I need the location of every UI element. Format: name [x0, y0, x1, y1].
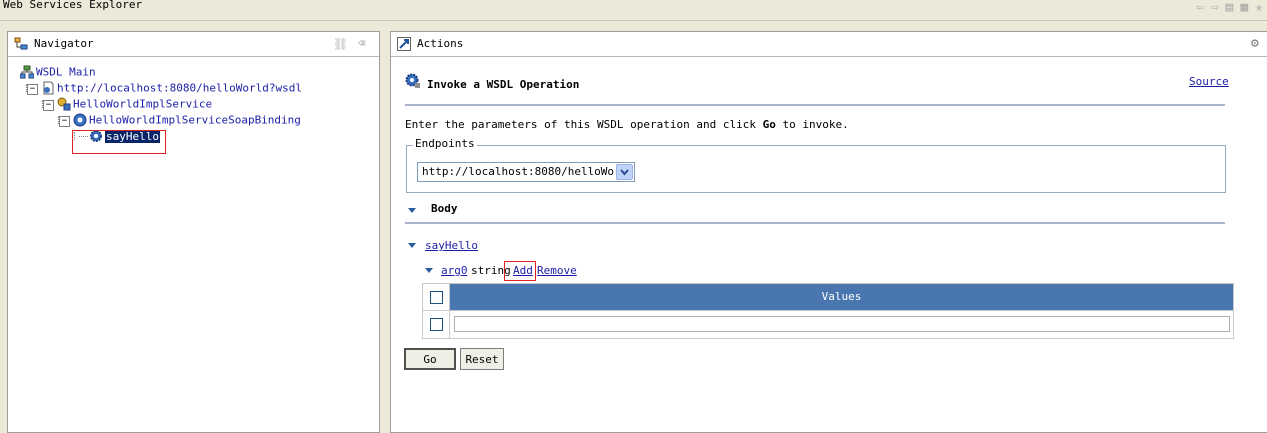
- values-table: Values: [422, 283, 1234, 339]
- document-icon[interactable]: ▤: [1226, 0, 1234, 15]
- remove-link[interactable]: Remove: [537, 264, 577, 277]
- tree-node-service[interactable]: HelloWorldImplService: [57, 97, 212, 111]
- actions-header: Actions ⚙: [391, 32, 1267, 57]
- param-collapse-icon[interactable]: [425, 268, 433, 273]
- param-name-link[interactable]: arg0: [441, 264, 468, 277]
- back-arrow-icon[interactable]: ⇦: [1196, 0, 1204, 15]
- go-button[interactable]: Go: [404, 348, 456, 370]
- endpoint-selected-value: http://localhost:8080/helloWorld: [422, 165, 634, 178]
- invoke-operation-icon: [405, 73, 420, 88]
- source-link[interactable]: Source: [1189, 75, 1229, 88]
- value-input[interactable]: [454, 316, 1230, 332]
- navigator-tree-icon: [14, 37, 28, 50]
- instructions-text: Enter the parameters of this WSDL operat…: [405, 118, 849, 131]
- body-label: Body: [431, 202, 458, 215]
- window-title-bar: Web Services Explorer ⇦ ⇨ ▤ ▦ ✭: [0, 0, 1267, 21]
- endpoints-legend: Endpoints: [413, 137, 477, 150]
- document-settings-icon[interactable]: ▦: [1240, 0, 1248, 15]
- link-icon[interactable]: ⛓: [333, 37, 348, 51]
- body-collapse-icon[interactable]: [408, 208, 416, 213]
- binding-icon: [73, 113, 87, 127]
- operation-collapse-icon[interactable]: [408, 243, 416, 248]
- highlight-box-add: [504, 261, 536, 281]
- highlight-box-operation: [72, 130, 166, 154]
- actions-title: Actions: [417, 37, 464, 50]
- expander-binding[interactable]: −: [59, 116, 70, 127]
- endpoint-select[interactable]: http://localhost:8080/helloWorld: [417, 162, 635, 182]
- chevron-down-icon[interactable]: [616, 164, 633, 180]
- navigator-title: Navigator: [34, 37, 94, 50]
- navigator-header: Navigator ⛓ ⌫: [8, 32, 379, 57]
- expander-wsdl-url[interactable]: −: [27, 84, 38, 95]
- wsdl-document-icon: [43, 81, 54, 95]
- service-icon: [57, 97, 71, 111]
- tree-node-wsdl-url[interactable]: http://localhost:8080/helloWorld?wsdl: [41, 81, 302, 95]
- navigator-pane: Navigator ⛓ ⌫ WSDL Main − http://localho…: [7, 31, 380, 433]
- toolbar: ⇦ ⇨ ▤ ▦ ✭: [1196, 0, 1263, 15]
- tree-node-wsdl-main[interactable]: WSDL Main: [20, 65, 96, 79]
- row-checkbox[interactable]: [430, 318, 443, 331]
- values-column-header: Values: [450, 284, 1233, 310]
- wsdl-main-icon: [20, 65, 34, 79]
- page-title: Invoke a WSDL Operation: [427, 78, 580, 91]
- reset-button[interactable]: Reset: [460, 348, 504, 370]
- actions-icon: [397, 37, 411, 51]
- tree-node-binding[interactable]: HelloWorldImplServiceSoapBinding: [73, 113, 301, 127]
- body-divider: [405, 222, 1225, 224]
- expander-service[interactable]: −: [43, 100, 54, 111]
- eraser-icon[interactable]: ⌫: [358, 36, 365, 50]
- actions-settings-icon[interactable]: ⚙: [1251, 36, 1259, 51]
- window-title: Web Services Explorer: [3, 0, 143, 11]
- operation-link[interactable]: sayHello: [425, 239, 478, 252]
- star-icon[interactable]: ✭: [1255, 0, 1263, 15]
- header-checkbox[interactable]: [430, 291, 443, 304]
- forward-arrow-icon[interactable]: ⇨: [1211, 0, 1219, 15]
- heading-divider: [405, 104, 1225, 106]
- actions-pane: Actions ⚙ Invoke a WSDL Operation Source…: [390, 31, 1267, 433]
